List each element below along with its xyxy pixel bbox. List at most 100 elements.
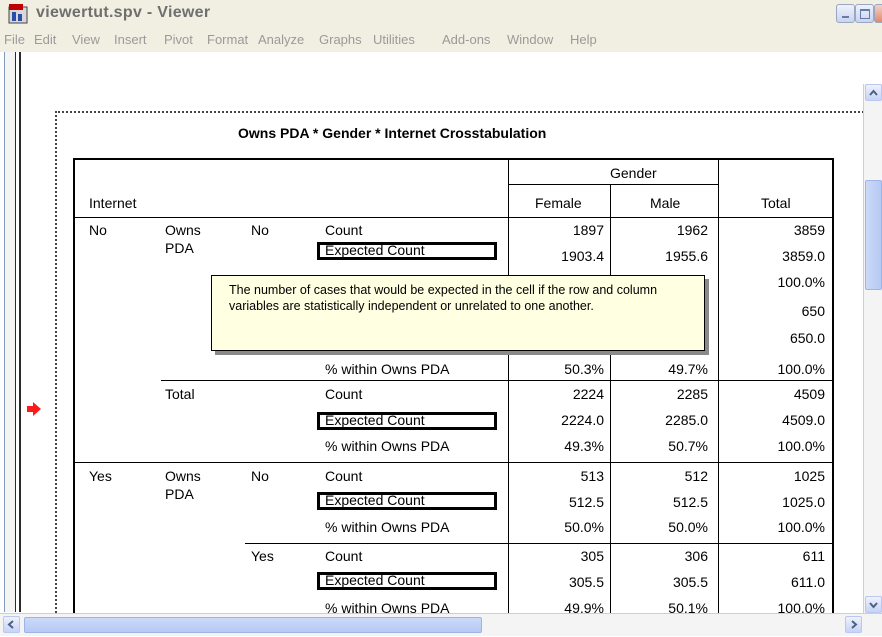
label-pda-yes: Yes: [251, 548, 274, 564]
cell: 50.0%: [564, 519, 604, 535]
scroll-down-button[interactable]: [865, 596, 882, 613]
label-pda-no: No: [251, 468, 269, 484]
cell: 512.5: [568, 494, 604, 510]
cell: 512: [684, 468, 708, 484]
crosstab-table[interactable]: Gender Internet Female Male Total No Own…: [73, 158, 834, 620]
cell: 2285.0: [665, 412, 708, 428]
spss-icon: [8, 4, 28, 24]
menu-file[interactable]: File: [4, 32, 25, 47]
title-bar: viewertut.spv - Viewer: [0, 0, 882, 28]
stat-pct: % within Owns PDA: [325, 361, 450, 377]
stat-count: Count: [325, 468, 363, 484]
scroll-left-button[interactable]: [3, 616, 20, 633]
red-arrow-icon: [27, 402, 41, 416]
pane-divider[interactable]: [19, 52, 21, 612]
label-owns-pda: Owns: [165, 468, 201, 484]
maximize-button[interactable]: [855, 4, 874, 23]
chevron-left-icon: [7, 620, 14, 629]
menu-add-ons[interactable]: Add-ons: [442, 32, 490, 47]
cell: 1025: [793, 468, 825, 484]
cell: 50.7%: [668, 438, 708, 454]
menu-edit[interactable]: Edit: [34, 32, 56, 47]
header-internet: Internet: [89, 195, 137, 211]
cell: 512.5: [672, 494, 708, 510]
cell: 1955.6: [665, 248, 708, 264]
cell: 4509: [793, 386, 825, 402]
menu-help[interactable]: Help: [570, 32, 597, 47]
stat-count: Count: [325, 548, 363, 564]
cell: 50.0%: [668, 519, 708, 535]
table-title: Owns PDA * Gender * Internet Crosstabula…: [238, 125, 547, 141]
header-male: Male: [650, 195, 681, 211]
cell: 306: [684, 548, 708, 564]
label-owns-pda-2: PDA: [165, 486, 194, 502]
cell: 2224: [572, 386, 604, 402]
cell: 49.7%: [668, 361, 708, 377]
cell: 100.0%: [777, 274, 825, 290]
cell: 3859: [793, 222, 825, 238]
tooltip-text: The number of cases that would be expect…: [229, 283, 658, 313]
cell: 611: [802, 548, 825, 564]
window-title: viewertut.spv - Viewer: [36, 4, 211, 21]
vertical-scroll-thumb[interactable]: [865, 180, 882, 290]
chevron-up-icon: [869, 89, 878, 96]
menu-bar: File Edit View Insert Pivot Format Analy…: [0, 28, 882, 52]
tooltip: The number of cases that would be expect…: [211, 275, 705, 351]
menu-insert[interactable]: Insert: [114, 32, 147, 47]
label-internet-no: No: [89, 222, 107, 238]
menu-pivot[interactable]: Pivot: [164, 32, 193, 47]
cell: 1903.4: [561, 248, 604, 264]
cell: 100.0%: [777, 361, 825, 377]
cell: 50.3%: [564, 361, 604, 377]
cell: 305.5: [672, 574, 708, 590]
cell: 100.0%: [777, 438, 825, 454]
menu-window[interactable]: Window: [507, 32, 553, 47]
menu-analyze[interactable]: Analyze: [258, 32, 304, 47]
cell: 1025.0: [782, 494, 825, 510]
stat-expected: Expected Count: [325, 572, 425, 588]
cell: 305: [580, 548, 604, 564]
stat-expected: Expected Count: [325, 412, 425, 428]
stat-pct: % within Owns PDA: [325, 438, 450, 454]
cell: 1962: [676, 222, 708, 238]
horizontal-scrollbar[interactable]: [0, 613, 882, 636]
scroll-right-button[interactable]: [845, 616, 862, 633]
header-total: Total: [761, 195, 791, 211]
menu-view[interactable]: View: [72, 32, 100, 47]
label-internet-yes: Yes: [89, 468, 112, 484]
label-owns-pda: Owns: [165, 222, 201, 238]
stat-expected: Expected Count: [325, 242, 425, 258]
cell: 2285: [676, 386, 708, 402]
cell: 513: [580, 468, 604, 484]
cell: 611.0: [791, 574, 825, 590]
menu-format[interactable]: Format: [207, 32, 248, 47]
label-owns-pda-2: PDA: [165, 240, 194, 256]
horizontal-scroll-thumb[interactable]: [24, 617, 482, 633]
stat-count: Count: [325, 222, 363, 238]
cell: 305.5: [568, 574, 604, 590]
cell: 49.3%: [564, 438, 604, 454]
stat-count: Count: [325, 386, 363, 402]
chevron-right-icon: [851, 620, 858, 629]
label-total: Total: [165, 386, 195, 402]
cell: 1897: [572, 222, 604, 238]
cell: 100.0%: [777, 519, 825, 535]
cell: 4509.0: [782, 412, 825, 428]
menu-graphs[interactable]: Graphs: [319, 32, 362, 47]
cell: 2224.0: [561, 412, 604, 428]
header-female: Female: [535, 195, 582, 211]
stat-pct: % within Owns PDA: [325, 519, 450, 535]
cell: 650: [801, 303, 825, 319]
stat-expected: Expected Count: [325, 492, 425, 508]
close-button[interactable]: [874, 4, 882, 23]
cell: 650.0: [789, 330, 825, 346]
vertical-scrollbar[interactable]: [863, 84, 882, 614]
cell: 3859.0: [782, 248, 825, 264]
outline-pane: [5, 52, 16, 612]
menu-utilities[interactable]: Utilities: [373, 32, 415, 47]
minimize-button[interactable]: [836, 4, 855, 23]
chevron-down-icon: [869, 602, 878, 609]
header-gender: Gender: [610, 165, 657, 181]
scroll-up-button[interactable]: [865, 84, 882, 101]
label-pda-no: No: [251, 222, 269, 238]
